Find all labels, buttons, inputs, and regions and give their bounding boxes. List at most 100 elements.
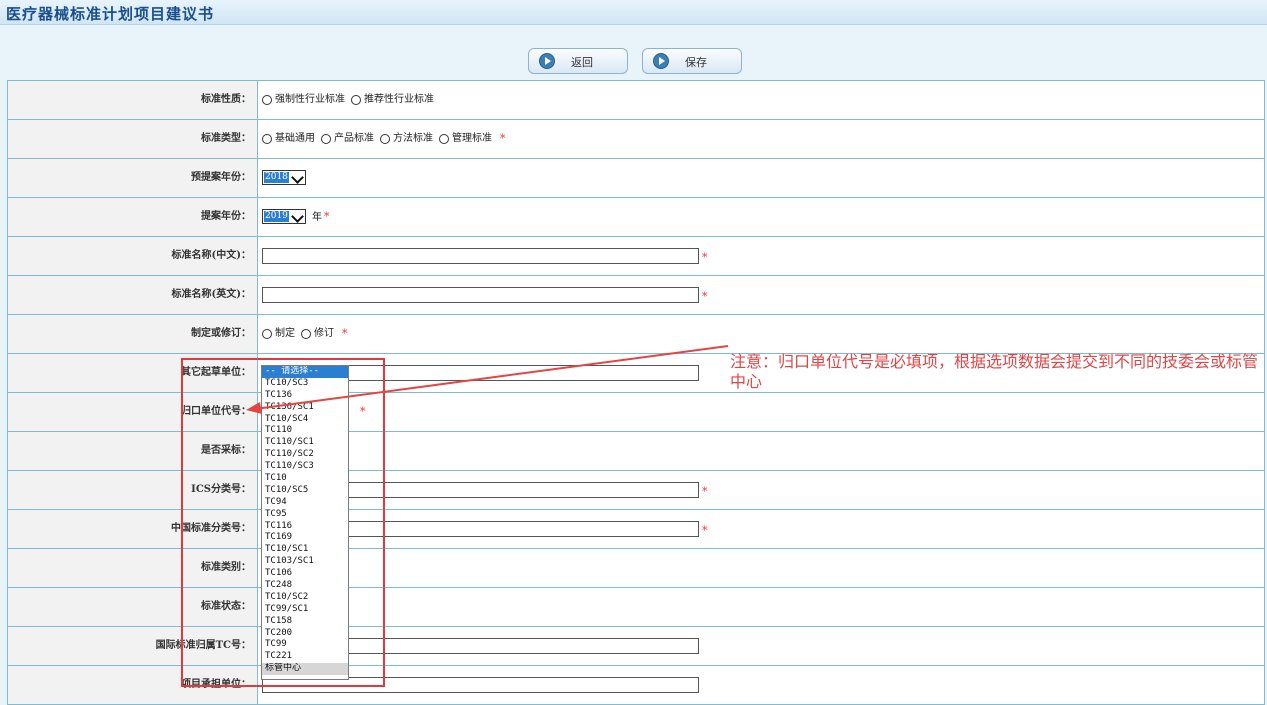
- dropdown-option[interactable]: TC99: [262, 639, 348, 651]
- text-input[interactable]: [262, 287, 699, 303]
- form-row: 项目承担单位：: [8, 666, 1264, 705]
- year-suffix: 年 *: [312, 198, 330, 237]
- year-select-value: 2019: [264, 211, 289, 222]
- dropdown-option[interactable]: TC221: [262, 651, 348, 663]
- dropdown-option[interactable]: TC10/SC4: [262, 414, 348, 426]
- required-mark: *: [702, 251, 708, 264]
- field-label: 标准名称(英文)：: [8, 276, 258, 314]
- text-input[interactable]: [262, 248, 699, 264]
- radio-circle-icon: [321, 134, 331, 144]
- required-mark: *: [342, 327, 348, 340]
- form-row: 国际标准归属TC号：: [8, 627, 1264, 666]
- dropdown-option[interactable]: TC116: [262, 521, 348, 533]
- dropdown-option[interactable]: TC158: [262, 616, 348, 628]
- dropdown-option[interactable]: TC110/SC1: [262, 437, 348, 449]
- radio-circle-icon: [262, 329, 272, 339]
- form-row: 预提案年份： 2018: [8, 159, 1264, 198]
- radio-label: 基础通用: [275, 133, 315, 144]
- form-row: 标准名称(中文)： *: [8, 237, 1264, 276]
- responsible-unit-dropdown-list[interactable]: -- 请选择-- TC10/SC3 TC136 TC136/SC1 TC10/SC4 TC…: [261, 365, 349, 680]
- back-button-label: 返回: [571, 56, 593, 69]
- required-mark: *: [702, 524, 708, 537]
- radio-option[interactable]: 制定: [262, 315, 295, 353]
- save-button[interactable]: 保存: [642, 48, 742, 74]
- required-mark: *: [702, 485, 708, 498]
- radio-option[interactable]: 推荐性行业标准: [351, 81, 434, 119]
- field-value: 2019 年 *: [262, 198, 1264, 236]
- form-row: ICS分类号： *: [8, 471, 1264, 510]
- dropdown-option[interactable]: TC200: [262, 628, 348, 640]
- form-row: 标准类型： 基础通用 产品标准 方法标准 管理标准 *: [8, 120, 1264, 159]
- form-row: 标准性质： 强制性行业标准 推荐性行业标准: [8, 81, 1264, 120]
- chevron-down-icon: [291, 171, 304, 184]
- dropdown-option[interactable]: TC10/SC5: [262, 485, 348, 497]
- field-value: [262, 666, 1264, 704]
- dropdown-option[interactable]: TC10/SC3: [262, 378, 348, 390]
- dropdown-option[interactable]: -- 请选择--: [262, 366, 348, 378]
- dropdown-option[interactable]: TC136/SC1: [262, 402, 348, 414]
- dropdown-option[interactable]: TC95: [262, 509, 348, 521]
- dropdown-option[interactable]: TC103/SC1: [262, 556, 348, 568]
- radio-label: 推荐性行业标准: [364, 94, 434, 105]
- field-value: *: [262, 510, 1264, 548]
- field-label: 标准类型：: [8, 120, 258, 158]
- field-label: 是否采标：: [8, 432, 258, 470]
- title-bar: 医疗器械标准计划项目建议书: [0, 0, 1267, 25]
- radio-option[interactable]: 基础通用: [262, 120, 315, 158]
- radio-label: 管理标准: [452, 133, 492, 144]
- form-row: 标准类别：: [8, 549, 1264, 588]
- radio-circle-icon: [301, 329, 311, 339]
- radio-option[interactable]: 管理标准: [439, 120, 492, 158]
- dropdown-option[interactable]: TC169: [262, 532, 348, 544]
- field-label: 预提案年份：: [8, 159, 258, 197]
- radio-option[interactable]: 产品标准: [321, 120, 374, 158]
- radio-option[interactable]: 方法标准: [380, 120, 433, 158]
- radio-circle-icon: [380, 134, 390, 144]
- field-label: 标准状态：: [8, 588, 258, 626]
- field-label: 归口单位代号：: [8, 393, 258, 431]
- page-title: 医疗器械标准计划项目建议书: [6, 5, 215, 23]
- year-select[interactable]: 2019: [262, 209, 306, 224]
- field-value: 强制性行业标准 推荐性行业标准: [262, 81, 1264, 119]
- field-label: 提案年份：: [8, 198, 258, 236]
- dropdown-option[interactable]: TC110/SC3: [262, 461, 348, 473]
- back-button[interactable]: 返回: [528, 48, 628, 74]
- field-label: 标准名称(中文)：: [8, 237, 258, 275]
- annotation-note: 注意：归口单位代号是必填项，根据选项数据会提交到不同的技委会或标管中心: [730, 352, 1259, 391]
- field-label: 项目承担单位：: [8, 666, 258, 704]
- dropdown-option[interactable]: TC99/SC1: [262, 604, 348, 616]
- dropdown-option[interactable]: TC110/SC2: [262, 449, 348, 461]
- field-label: 其它起草单位：: [8, 354, 258, 392]
- radio-option[interactable]: 强制性行业标准: [262, 81, 345, 119]
- field-label: 标准性质：: [8, 81, 258, 119]
- form-row: 标准状态：: [8, 588, 1264, 627]
- radio-label: 强制性行业标准: [275, 94, 345, 105]
- year-select[interactable]: 2018: [262, 170, 306, 185]
- radio-circle-icon: [439, 134, 449, 144]
- dropdown-option[interactable]: TC110: [262, 425, 348, 437]
- field-value: [262, 627, 1264, 665]
- radio-label: 制定: [275, 328, 295, 339]
- dropdown-option[interactable]: TC10/SC2: [262, 592, 348, 604]
- dropdown-option[interactable]: TC106: [262, 568, 348, 580]
- radio-option[interactable]: 修订: [301, 315, 334, 353]
- chevron-down-icon: [291, 210, 304, 223]
- field-value: *: [262, 237, 1264, 275]
- required-mark: *: [500, 132, 506, 145]
- dropdown-option[interactable]: TC94: [262, 497, 348, 509]
- field-label: 标准类别：: [8, 549, 258, 587]
- field-label: ICS分类号：: [8, 471, 258, 509]
- dropdown-option[interactable]: 标管中心: [262, 663, 348, 676]
- field-label: 中国标准分类号：: [8, 510, 258, 548]
- form-row: 提案年份： 2019 年 *: [8, 198, 1264, 237]
- form-row: 归口单位代号： *: [8, 393, 1264, 432]
- form-row: 是否采标：: [8, 432, 1264, 471]
- dropdown-option[interactable]: TC10: [262, 473, 348, 485]
- field-label: 制定或修订：: [8, 315, 258, 353]
- dropdown-option[interactable]: TC136: [262, 390, 348, 402]
- radio-circle-icon: [262, 134, 272, 144]
- dropdown-option[interactable]: TC10/SC1: [262, 544, 348, 556]
- required-mark: *: [702, 290, 708, 303]
- dropdown-option[interactable]: TC248: [262, 580, 348, 592]
- radio-circle-icon: [351, 95, 361, 105]
